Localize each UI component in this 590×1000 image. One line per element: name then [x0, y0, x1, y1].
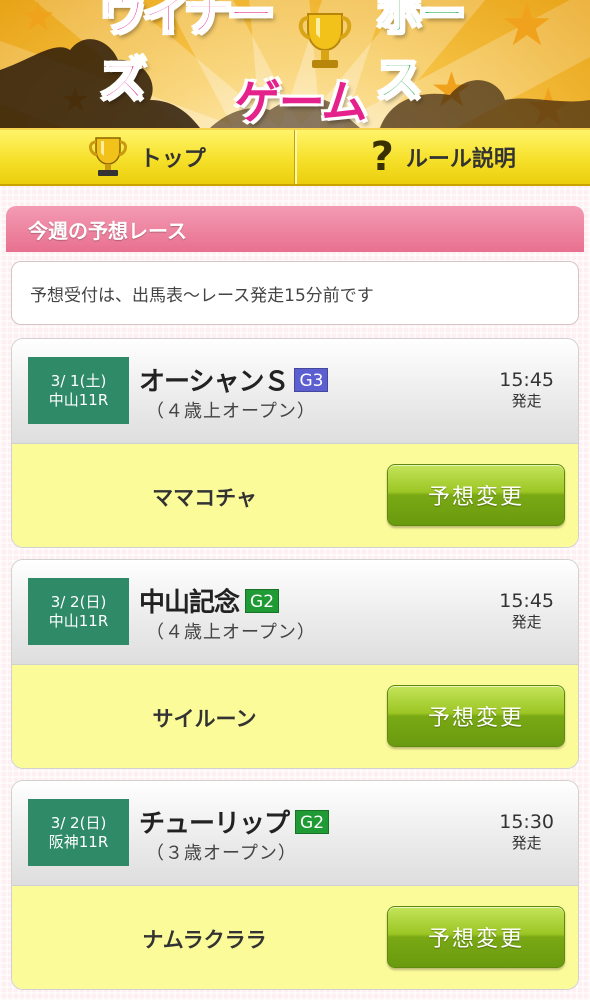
header-banner: ★ ★ ★ ★ ★ ウイナーズ ホース ゲーム: [0, 0, 590, 128]
question-icon: ?: [370, 134, 394, 180]
prediction-row: ナムラクララ 予想変更: [12, 886, 578, 989]
post-time: 15:45 発走: [499, 590, 554, 632]
predicted-horse: ナムラクララ: [142, 927, 267, 952]
race-condition: （４歳上オープン）: [146, 401, 316, 422]
post-time-label: 発走: [511, 392, 542, 410]
prediction-row: ママコチャ 予想変更: [12, 444, 578, 547]
trophy-icon: [88, 137, 127, 176]
race-card: 3/ 2(日) 中山11R 中山記念 G2 （４歳上オープン） 15:45 発走…: [11, 559, 579, 769]
race-header: 3/ 2(日) 中山11R 中山記念 G2 （４歳上オープン） 15:45 発走: [12, 560, 578, 665]
race-header: 3/ 2(日) 阪神11R チューリップ G2 （３歳オープン） 15:30 発…: [12, 781, 578, 886]
post-time: 15:45 発走: [499, 369, 554, 411]
change-prediction-button[interactable]: 予想変更: [387, 464, 565, 526]
grade-badge: G3: [294, 367, 329, 392]
predicted-horse: サイルーン: [152, 706, 257, 731]
post-time-value: 15:30: [499, 811, 554, 833]
race-date-badge: 3/ 2(日) 阪神11R: [28, 799, 129, 866]
change-prediction-button[interactable]: 予想変更: [387, 906, 565, 968]
post-time-label: 発走: [511, 834, 542, 852]
race-card: 3/ 2(日) 阪神11R チューリップ G2 （３歳オープン） 15:30 発…: [11, 780, 579, 990]
nav-rules-label: ルール説明: [405, 147, 516, 172]
post-time-value: 15:45: [499, 590, 554, 612]
trophy-icon: [298, 13, 352, 68]
grade-badge: G2: [245, 588, 280, 613]
title-part-game: ゲーム: [234, 75, 368, 128]
notice-box: 予想受付は、出馬表～レース発走15分前です: [11, 261, 579, 325]
main-nav: トップ ? ルール説明: [0, 128, 590, 186]
race-name: チューリップ: [139, 809, 290, 839]
race-date: 3/ 1(土): [50, 371, 107, 390]
race-date-badge: 3/ 1(土) 中山11R: [28, 357, 129, 424]
race-name: 中山記念: [139, 588, 240, 618]
race-name: オーシャンＳ: [139, 367, 289, 397]
race-date: 3/ 2(日): [50, 813, 107, 832]
nav-top[interactable]: トップ: [0, 130, 295, 184]
race-condition: （３歳オープン）: [146, 843, 297, 864]
race-date-badge: 3/ 2(日) 中山11R: [28, 578, 129, 645]
grade-badge: G2: [295, 809, 330, 834]
prediction-row: サイルーン 予想変更: [12, 665, 578, 768]
notice-text: 予想受付は、出馬表～レース発走15分前です: [30, 285, 374, 306]
nav-rules[interactable]: ? ルール説明: [294, 130, 590, 184]
race-venue: 阪神11R: [48, 832, 109, 851]
post-time-value: 15:45: [499, 369, 554, 391]
race-header: 3/ 1(土) 中山11R オーシャンＳ G3 （４歳上オープン） 15:45 …: [12, 339, 578, 444]
nav-top-label: トップ: [139, 147, 206, 172]
race-venue: 中山11R: [48, 611, 109, 630]
predicted-horse: ママコチャ: [152, 485, 257, 510]
race-condition: （４歳上オープン）: [146, 622, 316, 643]
section-title: 今週の予想レース: [6, 206, 584, 252]
post-time: 15:30 発走: [499, 811, 554, 853]
race-date: 3/ 2(日): [50, 592, 107, 611]
post-time-label: 発走: [511, 613, 542, 631]
change-prediction-button[interactable]: 予想変更: [387, 685, 565, 747]
section-title-text: 今週の予想レース: [28, 218, 187, 243]
race-venue: 中山11R: [48, 390, 109, 409]
race-card: 3/ 1(土) 中山11R オーシャンＳ G3 （４歳上オープン） 15:45 …: [11, 338, 579, 548]
